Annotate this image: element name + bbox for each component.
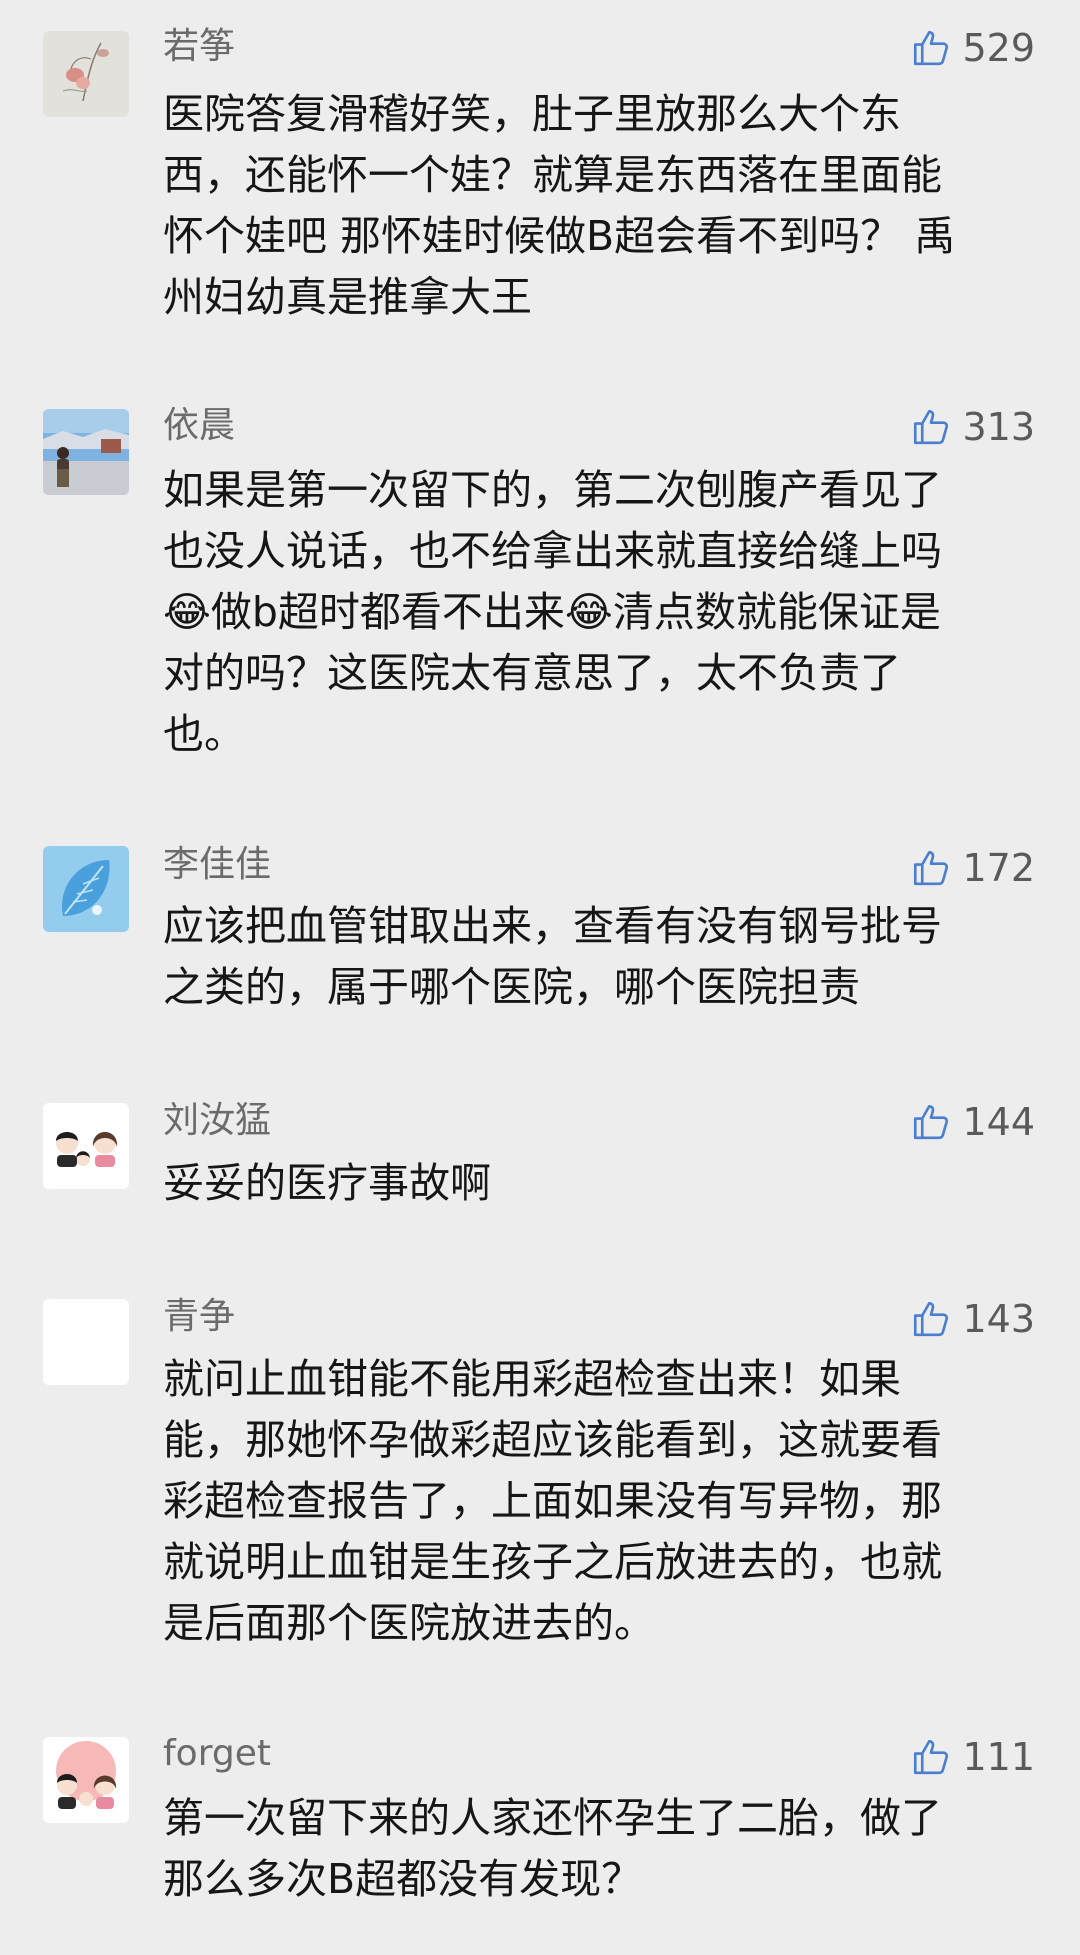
username[interactable]: 青争 xyxy=(163,1295,235,1339)
thumbs-up-icon xyxy=(914,850,949,886)
username[interactable]: forget xyxy=(163,1732,271,1776)
like-button[interactable]: 144 xyxy=(910,1097,1035,1147)
like-count: 313 xyxy=(962,405,1035,449)
thumbs-up-icon xyxy=(914,1301,949,1337)
avatar[interactable] xyxy=(43,31,129,117)
like-button[interactable]: 111 xyxy=(910,1732,1035,1782)
like-count: 111 xyxy=(962,1735,1035,1779)
flower-sketch-avatar-icon xyxy=(43,31,129,117)
like-count: 144 xyxy=(962,1100,1035,1144)
comment-item: 青争 143 就问止血钳能不能用彩超检查出来！如果 能，那她怀孕做彩超应该能看到… xyxy=(0,1291,1080,1671)
avatar[interactable] xyxy=(43,1737,129,1823)
thumbs-up-icon xyxy=(914,409,949,445)
like-count: 172 xyxy=(962,846,1035,890)
like-button[interactable]: 529 xyxy=(910,23,1035,73)
comment-text: 妥妥的医疗事故啊 xyxy=(163,1159,491,1207)
comment-text: 应该把血管钳取出来，查看有没有钢号批号 之类的，属于哪个医院，哪个医院担责 xyxy=(163,902,942,1011)
cartoon-family-avatar-icon xyxy=(43,1103,129,1189)
username[interactable]: 刘汝猛 xyxy=(163,1099,271,1143)
like-button[interactable]: 172 xyxy=(910,843,1035,893)
username[interactable]: 李佳佳 xyxy=(163,843,271,887)
comment-text: 第一次留下来的人家还怀孕生了二胎，做了 那么多次B超都没有发现？ xyxy=(163,1794,942,1903)
blue-leaf-avatar-icon xyxy=(43,846,129,932)
username[interactable]: 若筝 xyxy=(163,25,235,69)
comment-item: forget 111 第一次留下来的人家还怀孕生了二胎，做了 那么多次B超都没有… xyxy=(0,1730,1080,1955)
thumbs-up-icon xyxy=(914,1104,949,1140)
avatar[interactable] xyxy=(43,1103,129,1189)
blank-avatar-icon xyxy=(43,1299,129,1385)
comment-list: 若筝 529 医院答复滑稽好笑，肚子里放那么大个东 西，还能怀一个娃？就算是东西… xyxy=(0,0,1080,1955)
avatar[interactable] xyxy=(43,1299,129,1385)
like-count: 529 xyxy=(962,26,1035,70)
thumbs-up-icon xyxy=(914,1739,949,1775)
comment-text: 如果是第一次留下的，第二次刨腹产看见了 也没人说话，也不给拿出来就直接给缝上吗 … xyxy=(163,466,942,758)
avatar[interactable] xyxy=(43,409,129,495)
username[interactable]: 依晨 xyxy=(163,404,235,448)
like-count: 143 xyxy=(962,1297,1035,1341)
like-button[interactable]: 143 xyxy=(910,1294,1035,1344)
comment-item: 李佳佳 172 应该把血管钳取出来，查看有没有钢号批号 之类的，属于哪个医院，哪… xyxy=(0,840,1080,1020)
comment-item: 刘汝猛 144 妥妥的医疗事故啊 xyxy=(0,1095,1080,1215)
comment-item: 若筝 529 医院答复滑稽好笑，肚子里放那么大个东 西，还能怀一个娃？就算是东西… xyxy=(0,0,1080,321)
comment-text: 医院答复滑稽好笑，肚子里放那么大个东 西，还能怀一个娃？就算是东西落在里面能 怀… xyxy=(163,90,956,321)
thumbs-up-icon xyxy=(914,30,949,66)
pink-cartoon-family-avatar-icon xyxy=(43,1737,129,1823)
avatar[interactable] xyxy=(43,846,129,932)
comment-item: 依晨 313 如果是第一次留下的，第二次刨腹产看见了 也没人说话，也不给拿出来就… xyxy=(0,400,1080,780)
person-landscape-avatar-icon xyxy=(43,409,129,495)
comment-text: 就问止血钳能不能用彩超检查出来！如果 能，那她怀孕做彩超应该能看到，这就要看 彩… xyxy=(163,1355,942,1647)
like-button[interactable]: 313 xyxy=(910,402,1035,452)
